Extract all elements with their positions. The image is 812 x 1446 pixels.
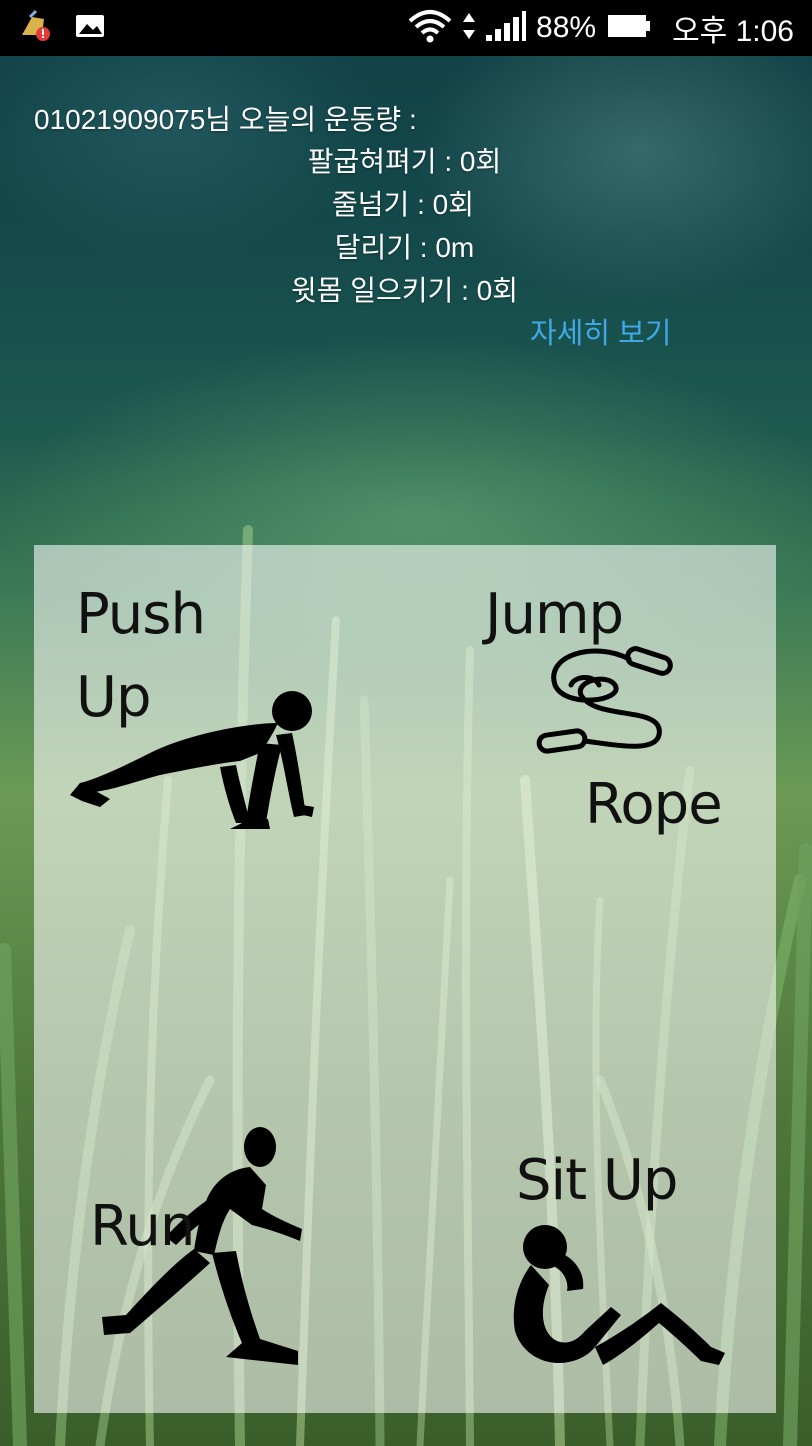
run-tile[interactable]: Run	[34, 1105, 405, 1413]
data-arrows-icon	[462, 11, 476, 45]
view-details-link[interactable]: 자세히 보기	[530, 310, 671, 352]
situp-label: Sit Up	[516, 1148, 678, 1213]
jumprope-label-line1: Jump	[485, 582, 624, 647]
battery-percent: 88%	[536, 11, 597, 44]
jumprope-label-line2: Rope	[585, 772, 723, 837]
jumprope-tile[interactable]: Jump Rope	[405, 545, 776, 845]
pushup-label-line1: Push	[76, 582, 206, 647]
exercise-panel: Push Up Jump Rope Run Sit Up	[34, 545, 776, 1413]
pushup-count: 팔굽혀펴기 : 0회	[307, 146, 502, 177]
run-label: Run	[90, 1194, 195, 1259]
workout-summary-title: 01021909075님 오늘의 운동량 :	[34, 104, 417, 135]
pushup-figure-icon	[70, 691, 314, 829]
wifi-icon	[408, 9, 452, 47]
jumprope-count: 줄넘기 : 0회	[332, 189, 474, 220]
gallery-icon	[74, 12, 106, 44]
pushup-tile[interactable]: Push Up	[34, 545, 405, 845]
clock: 오후 1:06	[672, 15, 794, 48]
signal-icon	[486, 11, 527, 45]
battery-icon	[606, 12, 652, 44]
status-bar: 88% 오후 1:06	[0, 0, 812, 56]
jump-rope-icon	[536, 646, 673, 754]
running-distance: 달리기 : 0m	[334, 232, 475, 263]
workout-stats-list: 팔굽혀펴기 : 0회 줄넘기 : 0회 달리기 : 0m 윗몸 일으키기 : 0…	[0, 140, 812, 312]
cleaner-app-icon	[18, 9, 52, 47]
situp-figure-icon	[513, 1225, 725, 1365]
situp-count: 윗몸 일으키기 : 0회	[290, 275, 518, 306]
situp-tile[interactable]: Sit Up	[405, 1105, 776, 1413]
